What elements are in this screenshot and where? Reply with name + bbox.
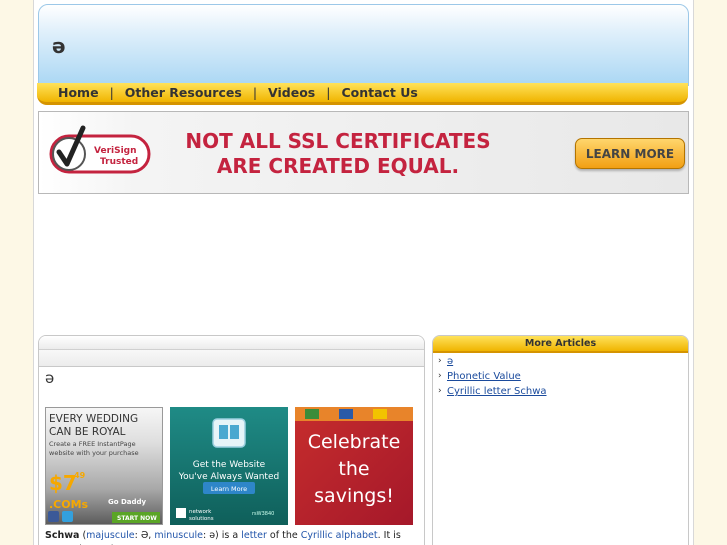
wedding-line1: EVERY WEDDING bbox=[49, 413, 138, 425]
nav-contact-us[interactable]: Contact Us bbox=[341, 85, 417, 100]
celebrate-line3: savings! bbox=[314, 485, 394, 507]
network-brand1: network bbox=[189, 509, 212, 515]
article-body: Schwa (majuscule: Ə, minuscule: ə) is a … bbox=[45, 529, 423, 545]
nav-home[interactable]: Home bbox=[58, 85, 99, 100]
site-header: ə bbox=[38, 4, 689, 86]
list-item: › Phonetic Value bbox=[438, 369, 688, 384]
more-article-link[interactable]: Phonetic Value bbox=[447, 369, 521, 384]
more-articles-list: › ə › Phonetic Value › Cyrillic letter Schw… bbox=[433, 353, 688, 399]
article-panel: ə EVERY WEDDING CAN BE ROYAL Create a FR… bbox=[38, 335, 425, 545]
chevron-right-icon: › bbox=[438, 371, 442, 381]
celebrate-line1: Celebrate bbox=[308, 431, 401, 453]
more-articles-header: More Articles bbox=[433, 336, 688, 353]
network-cta: Learn More bbox=[211, 485, 247, 493]
wedding-brand: Go Daddy bbox=[108, 498, 147, 506]
network-ad-art: Get the Website You've Always Wanted Lea… bbox=[176, 418, 279, 522]
nav-separator: | bbox=[252, 85, 258, 100]
link-letter[interactable]: letter bbox=[241, 530, 267, 541]
more-article-link[interactable]: Cyrillic letter Schwa bbox=[447, 384, 547, 399]
more-article-link[interactable]: ə bbox=[447, 354, 453, 369]
celebrate-savings-ad[interactable]: Celebrate the savings! bbox=[295, 407, 413, 525]
nav-other-resources[interactable]: Other Resources bbox=[125, 85, 242, 100]
more-articles-panel: More Articles › ə › Phonetic Value › Cyrill… bbox=[432, 335, 689, 545]
trusted-text: Trusted bbox=[100, 157, 138, 167]
ssl-headline: NOT ALL SSL CERTIFICATES ARE CREATED EQU… bbox=[167, 129, 509, 179]
article-text: : ə) is a bbox=[202, 530, 242, 541]
network-small: rsW3840 bbox=[252, 511, 274, 517]
nav-videos[interactable]: Videos bbox=[268, 85, 315, 100]
godaddy-ad-art: EVERY WEDDING CAN BE ROYAL Create a FREE… bbox=[48, 413, 160, 523]
article-panel-toolbar bbox=[39, 350, 424, 367]
godaddy-wedding-ad[interactable]: EVERY WEDDING CAN BE ROYAL Create a FREE… bbox=[45, 407, 163, 525]
article-text: : Ə, bbox=[134, 530, 155, 541]
article-title: ə bbox=[45, 369, 55, 387]
list-item: › Cyrillic letter Schwa bbox=[438, 384, 688, 399]
page-container: ə Home | Other Resources | Videos | Cont… bbox=[33, 0, 694, 545]
link-cyrillic-alphabet[interactable]: Cyrillic alphabet bbox=[301, 530, 378, 541]
network-solutions-ad[interactable]: Get the Website You've Always Wanted Lea… bbox=[170, 407, 288, 525]
celebrate-ad-art: Celebrate the savings! bbox=[295, 407, 413, 507]
ssl-headline-line2: ARE CREATED EQUAL. bbox=[216, 154, 460, 178]
wedding-line2: CAN BE ROYAL bbox=[49, 426, 126, 438]
site-title: ə bbox=[52, 34, 66, 58]
wedding-price-cents: 49 bbox=[74, 471, 86, 480]
wedding-price-big: $7 bbox=[49, 471, 77, 495]
verisign-text: VeriSign bbox=[94, 146, 137, 156]
verisign-trusted-logo: VeriSign Trusted bbox=[49, 125, 151, 174]
link-majuscule[interactable]: majuscule bbox=[86, 530, 134, 541]
network-line2: You've Always Wanted bbox=[178, 472, 279, 482]
wedding-price-suffix: .COMs bbox=[49, 498, 89, 511]
celebrate-line2: the bbox=[338, 458, 369, 480]
network-brand2: solutions bbox=[189, 516, 214, 522]
network-line1: Get the Website bbox=[193, 460, 266, 470]
nav-separator: | bbox=[109, 85, 114, 100]
ssl-headline-line1: NOT ALL SSL CERTIFICATES bbox=[185, 129, 491, 153]
nav-separator: | bbox=[326, 85, 331, 100]
article-text: of the bbox=[266, 530, 301, 541]
link-minuscule[interactable]: minuscule bbox=[154, 530, 203, 541]
learn-more-button[interactable]: LEARN MORE bbox=[575, 138, 685, 169]
wedding-line3: Create a FREE InstantPage bbox=[49, 440, 136, 448]
main-nav: Home | Other Resources | Videos | Contac… bbox=[37, 83, 688, 105]
ssl-ad-banner[interactable]: VeriSign Trusted NOT ALL SSL CERTIFICATE… bbox=[38, 111, 689, 194]
article-panel-top-strip bbox=[39, 336, 424, 350]
wedding-cta: START NOW bbox=[117, 515, 157, 522]
wedding-line4: website with your purchase bbox=[49, 449, 139, 457]
article-term: Schwa bbox=[45, 530, 80, 541]
list-item: › ə bbox=[438, 354, 688, 369]
chevron-right-icon: › bbox=[438, 356, 442, 366]
chevron-right-icon: › bbox=[438, 386, 442, 396]
